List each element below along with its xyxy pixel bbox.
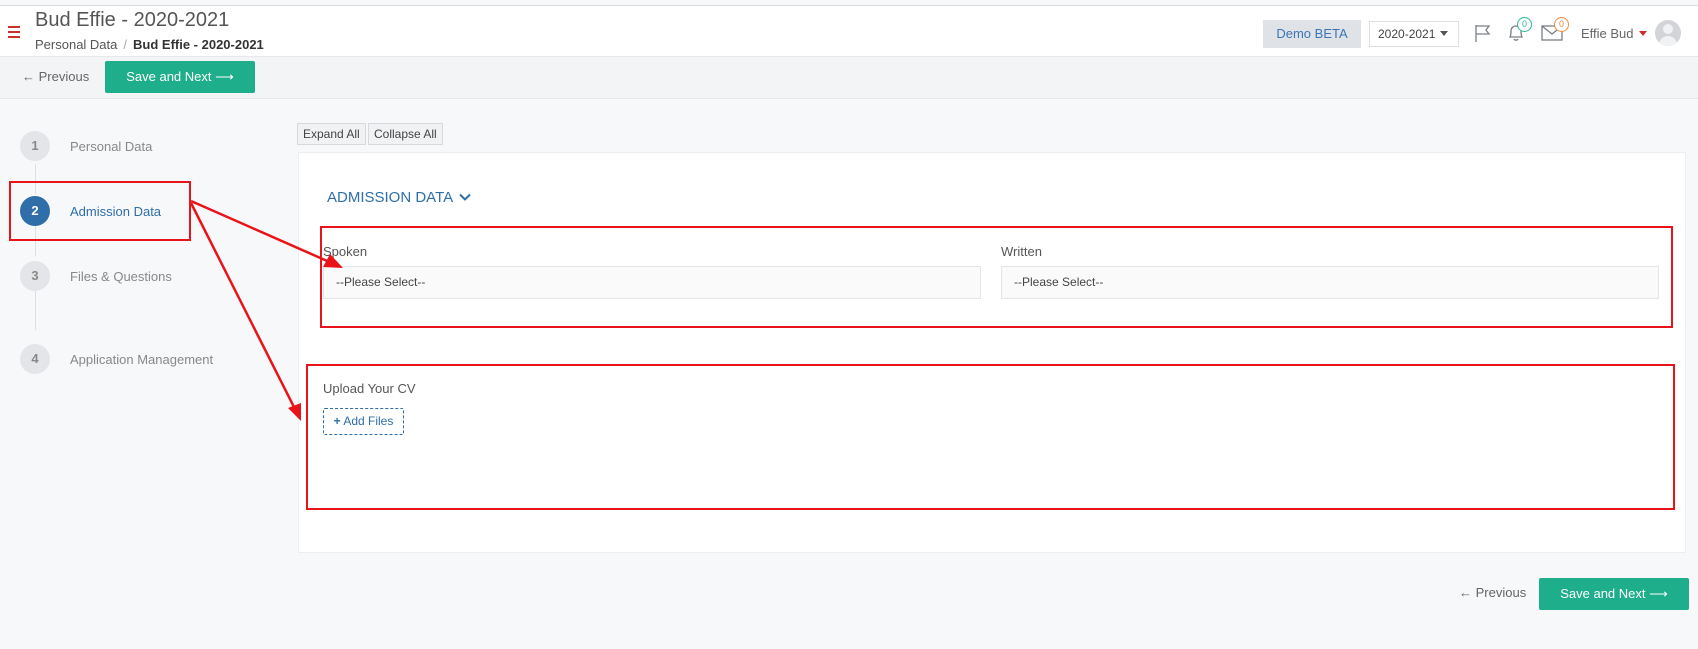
section-title: ADMISSION DATA <box>327 189 453 206</box>
year-select-value: 2020-2021 <box>1378 27 1436 41</box>
step-number: 3 <box>20 261 50 291</box>
chevron-down-icon <box>1440 31 1449 36</box>
breadcrumb-separator: / <box>123 37 128 52</box>
step-application-management[interactable]: Application Management <box>70 352 213 367</box>
footer-previous-button[interactable]: ← Previous <box>1459 585 1526 600</box>
flag-icon[interactable] <box>1473 23 1493 43</box>
year-select[interactable]: 2020-2021 <box>1369 21 1459 47</box>
footer-save-and-next-button[interactable]: Save and Next ⟶ <box>1539 578 1689 610</box>
save-and-next-button[interactable]: Save and Next ⟶ <box>105 61 255 93</box>
collapse-all-button[interactable]: Collapse All <box>368 123 443 145</box>
previous-button[interactable]: ← Previous <box>22 69 89 84</box>
notifications-count-badge: 0 <box>1517 17 1532 32</box>
breadcrumb-parent-link[interactable]: Personal Data <box>35 37 117 52</box>
step-number: 4 <box>20 344 50 374</box>
user-name: Effie Bud <box>1581 26 1634 41</box>
step-files-questions[interactable]: Files & Questions <box>70 269 172 284</box>
step-number: 1 <box>20 131 50 161</box>
breadcrumb: Personal Data / Bud Effie - 2020-2021 <box>35 37 264 52</box>
header-bar: Bud Effie - 2020-2021 Personal Data / Bud … <box>0 6 1698 57</box>
avatar[interactable] <box>1655 20 1681 46</box>
chevron-down-icon <box>459 193 472 201</box>
step-personal-data[interactable]: Personal Data <box>70 139 152 154</box>
top-toolbar: ← Previous Save and Next ⟶ <box>0 57 1698 99</box>
breadcrumb-current: Bud Effie - 2020-2021 <box>133 37 264 52</box>
step-connector <box>35 288 36 330</box>
annotation-box-upload <box>306 364 1675 510</box>
chevron-down-icon <box>1638 31 1647 36</box>
demo-badge[interactable]: Demo BETA <box>1263 20 1361 48</box>
expand-all-button[interactable]: Expand All <box>297 123 366 145</box>
section-title-toggle[interactable]: ADMISSION DATA <box>327 189 472 206</box>
annotation-box-step <box>9 181 191 241</box>
page-title: Bud Effie - 2020-2021 <box>35 9 230 31</box>
user-menu[interactable]: Effie Bud <box>1581 26 1647 41</box>
messages-count-badge: 0 <box>1554 17 1569 32</box>
menu-icon[interactable] <box>8 26 22 38</box>
annotation-box-languages <box>320 226 1673 328</box>
